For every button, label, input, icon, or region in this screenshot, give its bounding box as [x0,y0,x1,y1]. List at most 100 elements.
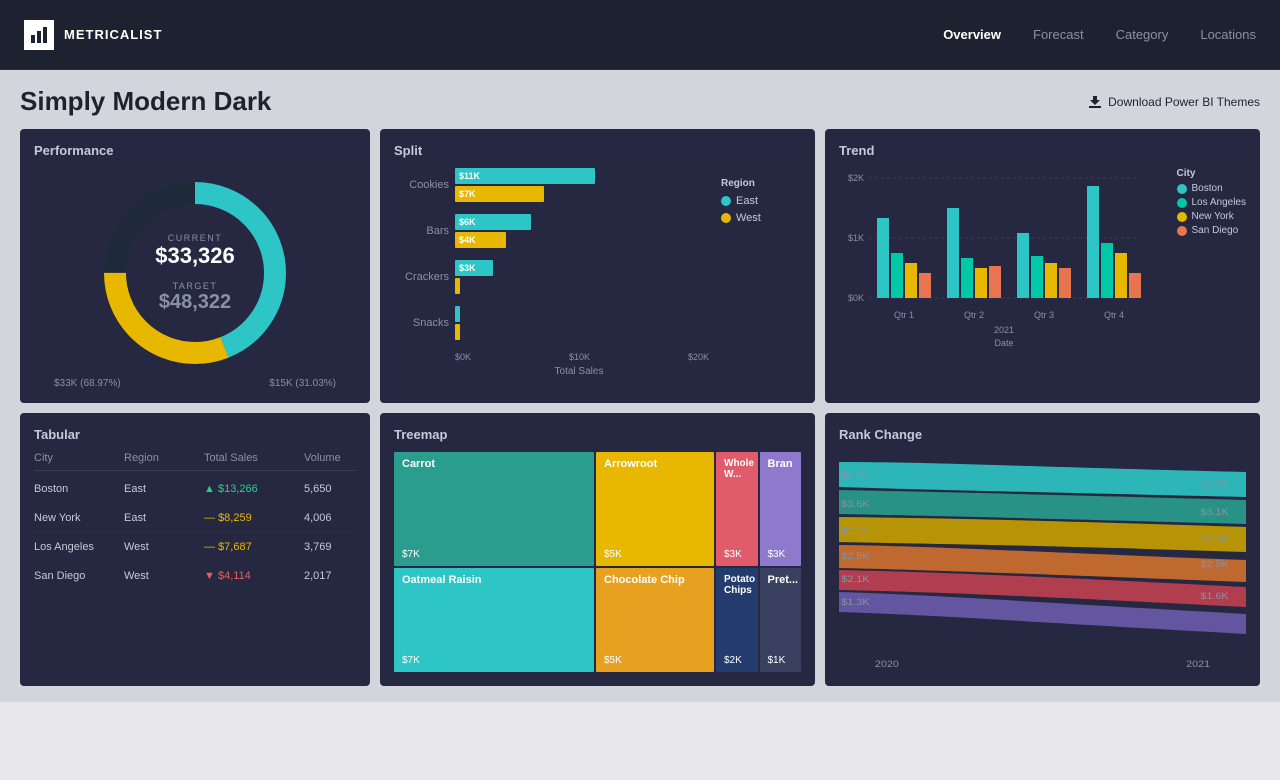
current-value: $33,326 [155,243,235,269]
svg-text:Qtr 4: Qtr 4 [1104,310,1124,320]
target-value: $48,322 [155,291,235,314]
legend-title: Region [721,178,801,189]
boston-dot [1177,184,1187,194]
treemap-title: Treemap [394,427,801,442]
volume-la: 3,769 [304,541,370,553]
volume-ny: 4,006 [304,512,370,524]
split-bars: Cookies $11K $7K Bars $6K $4K [394,168,709,377]
oatmeal-label: Oatmeal Raisin [402,574,586,586]
volume-boston: 5,650 [304,483,370,495]
sales-boston: ▲ $13,266 [204,483,304,495]
sales-ny: — $8,259 [204,512,304,524]
table-header: City Region Total Sales Volume [34,452,356,471]
nav-links: Overview Forecast Category Locations [943,27,1256,42]
chocchip-label: Chocolate Chip [604,574,706,586]
boston-label: Boston [1192,183,1223,194]
legend-sd: San Diego [1177,225,1247,236]
page-header: Simply Modern Dark Download Power BI The… [20,86,1260,117]
pret-val: $1K [768,655,794,666]
treemap-card: Treemap Carrot $7K Oatmeal Raisin $7K [380,413,815,686]
treemap-wholew: Whole W... $3K [716,452,758,566]
wholew-val: $3K [724,549,750,560]
treemap-carrot: Carrot $7K [394,452,594,566]
svg-text:$0K: $0K [848,293,864,303]
col-region: Region [124,452,204,464]
svg-text:$1K: $1K [848,233,864,243]
east-label: East [736,195,758,207]
donut-container: CURRENT $33,326 TARGET $48,322 [34,168,356,378]
svg-text:$2.5K: $2.5K [1201,560,1230,570]
trend-svg: $2K $1K $0K [839,168,1149,368]
bar-row-snacks: Snacks [394,306,709,340]
treemap-container: Carrot $7K Oatmeal Raisin $7K Arrowroot … [394,452,801,672]
svg-text:Qtr 2: Qtr 2 [964,310,984,320]
table-row: New York East — $8,259 4,006 [34,504,356,533]
bar-row-cookies: Cookies $11K $7K [394,168,709,202]
svg-text:2021: 2021 [994,325,1014,335]
bran-val: $3K [768,549,794,560]
ny-label: New York [1192,211,1234,222]
page-title: Simply Modern Dark [20,86,271,117]
trend-title: Trend [839,143,1246,158]
download-label: Download Power BI Themes [1108,95,1260,109]
tabular-title: Tabular [34,427,356,442]
bar-axis: $0K $10K $20K [394,352,709,362]
bar-west-bars: $4K [455,232,506,248]
table-row: Boston East ▲ $13,266 5,650 [34,475,356,504]
svg-text:Qtr 1: Qtr 1 [894,310,914,320]
bar-label-bars: Bars [394,225,449,237]
nav-locations[interactable]: Locations [1200,27,1256,42]
svg-text:$2.1K: $2.1K [841,575,870,585]
download-button[interactable]: Download Power BI Themes [1088,95,1260,109]
oatmeal-val: $7K [402,655,586,666]
legend-ny: New York [1177,211,1247,222]
treemap-right-col: Whole W... $3K Bran $3K Potato Chips $2K [716,452,801,672]
rank-chart: $4.3K $3.6K $2.7K $2.5K $2.1K $1.3K $3.7… [839,452,1246,672]
treemap-mid-col: Arrowroot $5K Chocolate Chip $5K [596,452,714,672]
bar-group-bars: $6K $4K [455,214,709,248]
bar-west-cookies: $7K [455,186,544,202]
topbar: METRICALIST Overview Forecast Category L… [0,0,1280,70]
bar-group-snacks [455,306,709,340]
nav-forecast[interactable]: Forecast [1033,27,1084,42]
annotation-low: $33K (68.97%) [54,378,121,389]
split-card: Split Cookies $11K $7K Bars [380,129,815,403]
sd-label: San Diego [1192,225,1239,236]
city-boston: Boston [34,483,124,495]
west-dot [721,213,731,223]
split-chart-area: Cookies $11K $7K Bars $6K $4K [394,168,801,377]
bar-group-cookies: $11K $7K [455,168,709,202]
nav-overview[interactable]: Overview [943,27,1001,42]
volume-sd: 2,017 [304,570,370,582]
svg-text:$3.6K: $3.6K [841,500,870,510]
treemap-right-top: Whole W... $3K Bran $3K [716,452,801,566]
col-volume: Volume [304,452,370,464]
legend-la: Los Angeles [1177,197,1247,208]
rank-title: Rank Change [839,427,1246,442]
svg-text:$3.1K: $3.1K [1201,508,1230,518]
bran-label: Bran [768,458,794,470]
treemap-bran: Bran $3K [760,452,802,566]
treemap-right-bot: Potato Chips $2K Pret... $1K [716,568,801,672]
svg-text:Date: Date [994,338,1013,348]
la-label: Los Angeles [1192,197,1247,208]
region-la: West [124,541,204,553]
svg-text:Qtr 3: Qtr 3 [1034,310,1054,320]
bar-east-crackers: $3K [455,260,493,276]
trend-legend: City Boston Los Angeles New York [1177,168,1247,239]
svg-text:$1.3K: $1.3K [841,598,870,608]
chocchip-val: $5K [604,655,706,666]
current-label: CURRENT [155,233,235,243]
svg-text:$1.6K: $1.6K [1201,592,1230,602]
city-ny: New York [34,512,124,524]
table-row: San Diego West ▼ $4,114 2,017 [34,562,356,591]
treemap-pret: Pret... $1K [760,568,802,672]
pret-label: Pret... [768,574,794,586]
carrot-val: $7K [402,549,586,560]
svg-text:$2.5K: $2.5K [841,552,870,562]
table-row: Los Angeles West — $7,687 3,769 [34,533,356,562]
bar-label-crackers: Crackers [394,271,449,283]
bar-west-snacks [455,324,460,340]
bar-group-crackers: $3K [455,260,709,294]
nav-category[interactable]: Category [1116,27,1169,42]
